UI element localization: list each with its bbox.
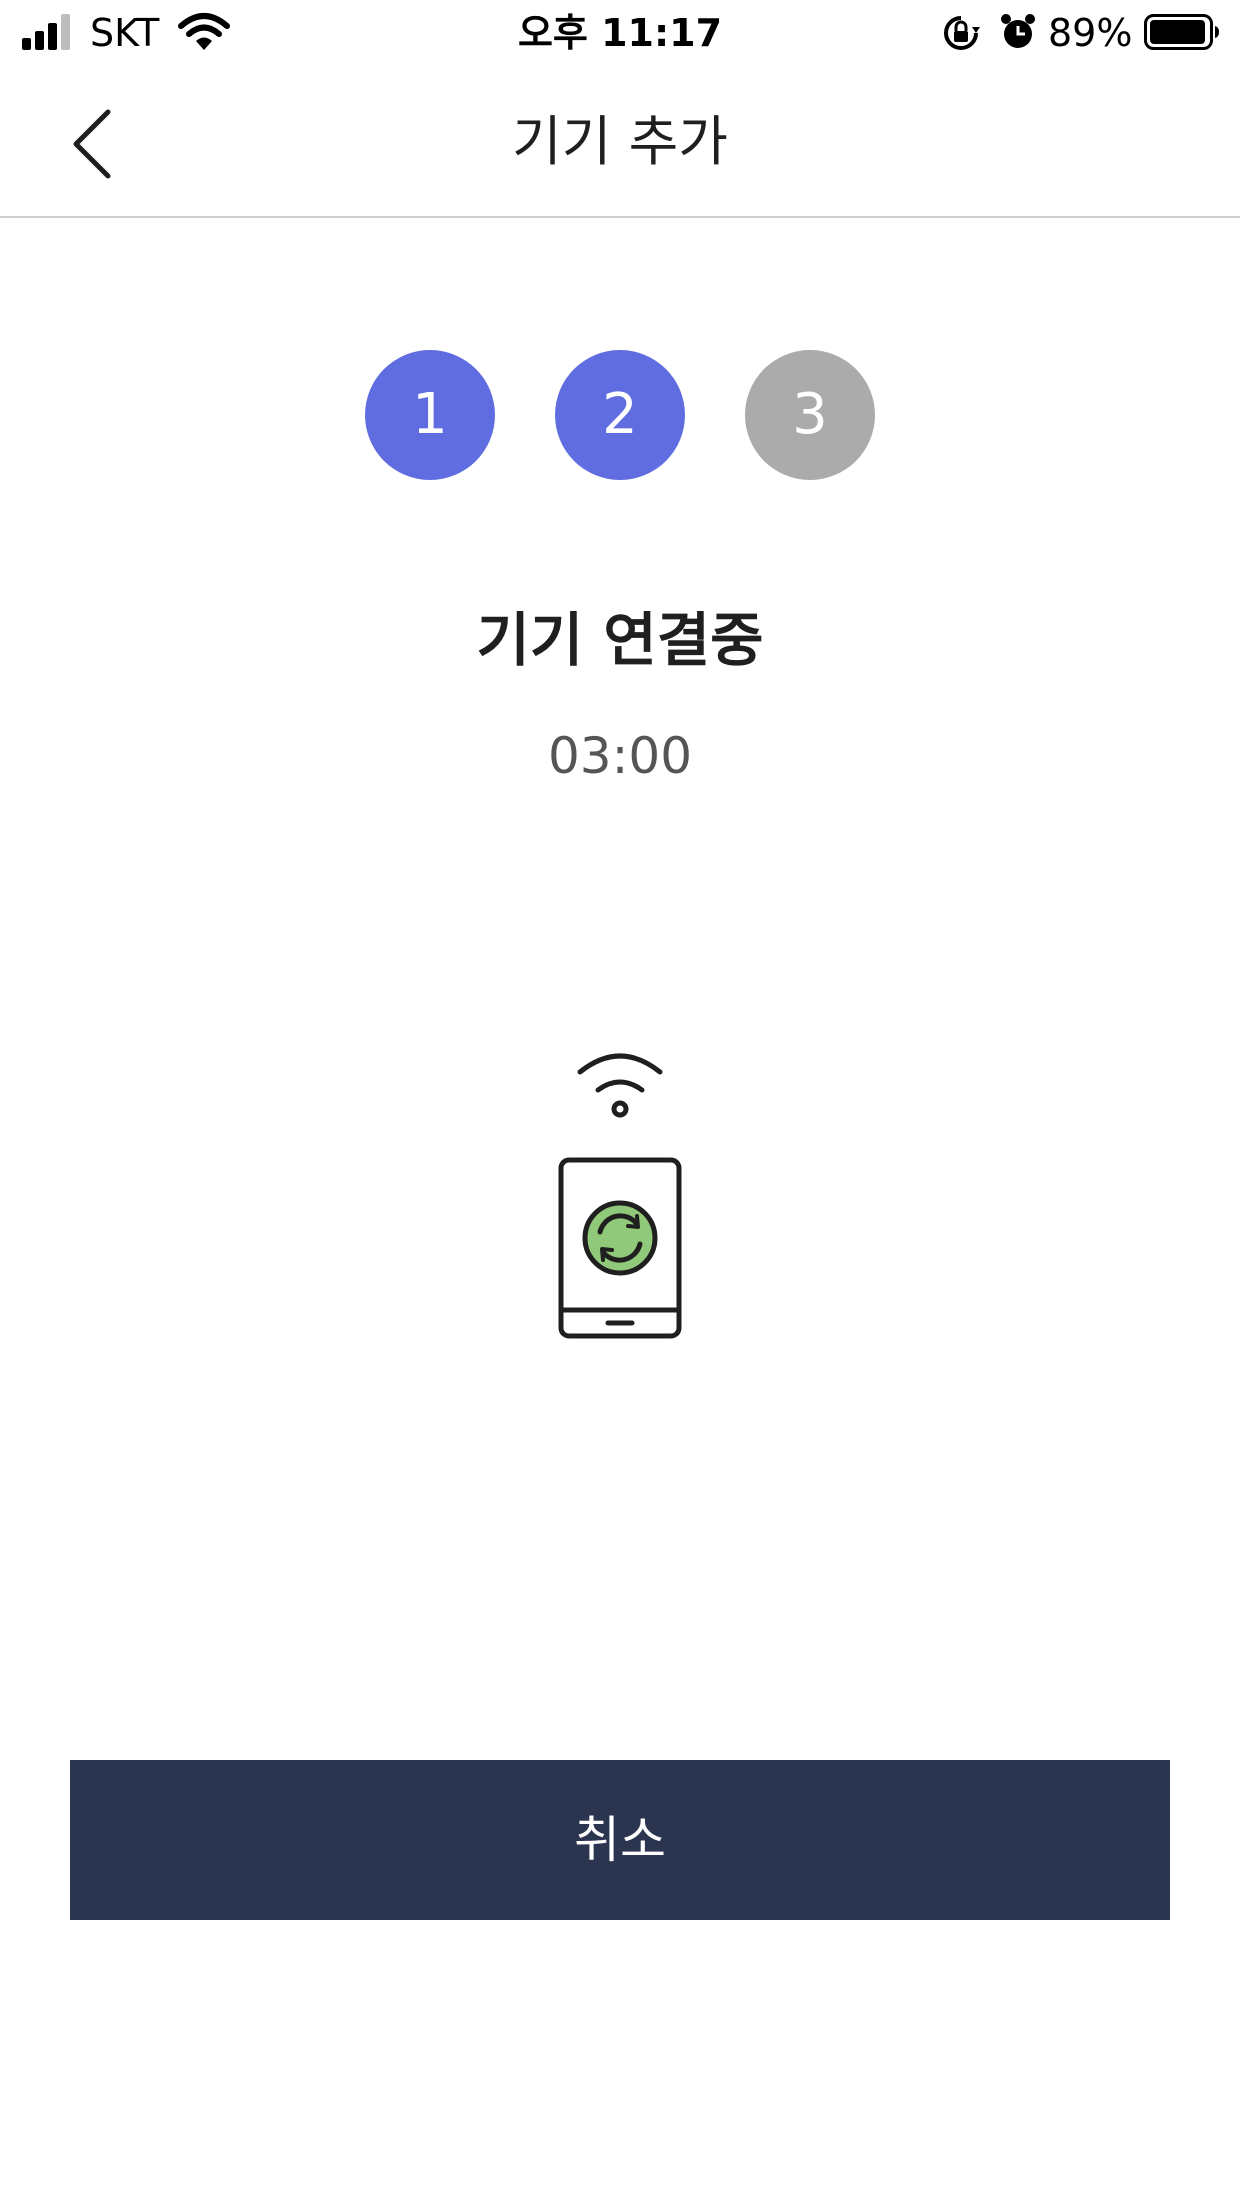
wifi-signal-icon [577, 1053, 663, 1118]
step-2: 2 [555, 350, 685, 480]
step-1: 1 [365, 350, 495, 480]
battery-percent: 89% [1048, 11, 1133, 55]
navigation-bar: 기기 추가 [0, 66, 1240, 218]
rotation-lock-icon [944, 16, 980, 50]
connection-status-title: 기기 연결중 [476, 606, 764, 674]
step-indicator: 1 2 3 [0, 350, 1240, 480]
phone-wifi-sync-icon [558, 1053, 682, 1339]
status-bar: SKT 오후 11:17 89% [0, 0, 1240, 66]
battery-icon [1144, 14, 1219, 50]
countdown-timer: 03:00 [547, 727, 693, 785]
alarm-icon [1001, 14, 1035, 48]
cancel-button[interactable]: 취소 [70, 1760, 1170, 1920]
step-3: 3 [745, 350, 875, 480]
device-add-screen: SKT 오후 11:17 89% 기기 추가 1 2 3 기기 연결중 03:0… [0, 0, 1240, 2200]
sync-badge-icon [582, 1200, 658, 1276]
page-title: 기기 추가 [512, 110, 728, 173]
